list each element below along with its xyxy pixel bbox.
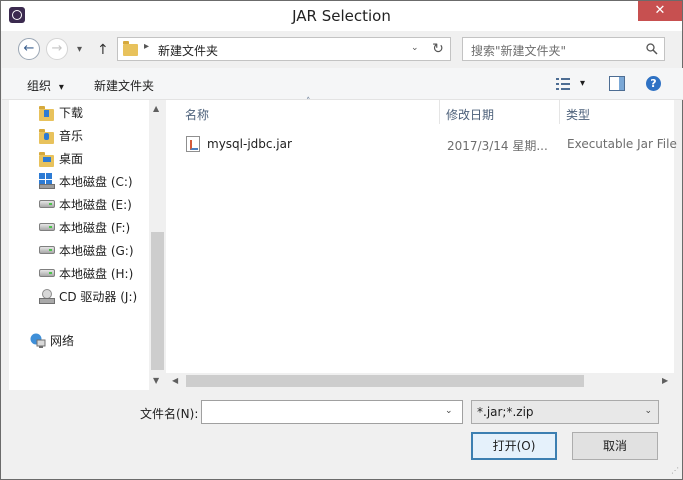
sidebar-item-downloads[interactable]: 下载 <box>59 103 83 123</box>
view-caret-icon[interactable]: ▾ <box>580 78 585 89</box>
sidebar-item-desktop[interactable]: 桌面 <box>59 149 83 169</box>
file-row[interactable]: mysql-jdbc.jar 2017/3/14 星期... Executabl… <box>180 134 680 154</box>
drive-icon <box>39 269 55 277</box>
refresh-button[interactable]: ↻ <box>427 38 449 60</box>
filename-input[interactable] <box>201 400 463 424</box>
open-button[interactable]: 打开(O) <box>471 432 557 460</box>
column-header-type[interactable]: 类型 <box>566 106 590 123</box>
cd-drive-icon <box>39 289 55 304</box>
preview-pane-icon[interactable] <box>609 76 625 91</box>
folder-icon <box>123 41 138 56</box>
sidebar-item-cd-drive-j[interactable]: CD 驱动器 (J:) <box>59 287 137 307</box>
scroll-up-arrow-icon[interactable]: ▲ <box>153 104 159 113</box>
system-drive-icon <box>39 173 55 189</box>
title-bar: JAR Selection ✕ <box>1 1 682 31</box>
command-toolbar: 组织 ▾ 新建文件夹 ▾ ? <box>2 68 683 100</box>
file-type-filter-value: *.jar;*.zip <box>477 405 534 419</box>
file-modified-date: 2017/3/14 星期... <box>447 139 548 153</box>
file-type: Executable Jar File <box>567 137 677 151</box>
column-divider[interactable] <box>439 100 440 124</box>
column-header-date-modified[interactable]: 修改日期 <box>446 106 494 123</box>
desktop-folder-icon <box>39 152 55 167</box>
drive-icon <box>39 223 55 231</box>
forward-button[interactable]: → <box>46 38 68 60</box>
sidebar-item-drive-g[interactable]: 本地磁盘 (G:) <box>59 241 134 261</box>
file-name[interactable]: mysql-jdbc.jar <box>207 137 292 151</box>
file-list: ˄ 名称 修改日期 类型 mysql-jdbc.jar 2017/3/14 星期… <box>166 97 677 375</box>
scrollbar-thumb[interactable] <box>151 232 164 370</box>
back-button[interactable]: ← <box>18 38 40 60</box>
file-type-filter-select[interactable]: *.jar;*.zip ⌄ <box>471 400 659 424</box>
breadcrumb-current-folder[interactable]: 新建文件夹 <box>158 42 218 59</box>
cancel-button[interactable]: 取消 <box>572 432 658 460</box>
music-folder-icon <box>39 129 55 144</box>
sort-ascending-icon: ˄ <box>306 97 311 107</box>
filename-label: 文件名(N): <box>140 407 199 421</box>
chevron-down-icon: ⌄ <box>644 406 652 416</box>
sidebar-item-drive-c[interactable]: 本地磁盘 (C:) <box>59 172 133 192</box>
sidebar-item-drive-e[interactable]: 本地磁盘 (E:) <box>59 195 132 215</box>
organize-caret-icon: ▾ <box>58 82 64 93</box>
column-header-name[interactable]: 名称 <box>185 106 209 123</box>
organize-button[interactable]: 组织 ▾ <box>27 77 64 94</box>
search-box[interactable]: 搜索"新建文件夹" <box>462 37 665 61</box>
view-options-icon[interactable] <box>556 78 570 90</box>
help-icon[interactable]: ? <box>646 76 661 91</box>
column-divider[interactable] <box>559 100 560 124</box>
close-button[interactable]: ✕ <box>638 1 682 21</box>
sidebar-item-drive-h[interactable]: 本地磁盘 (H:) <box>59 264 133 284</box>
filename-dropdown-icon[interactable]: ⌄ <box>445 406 453 416</box>
jar-file-icon <box>186 136 200 152</box>
organize-label: 组织 <box>27 79 52 93</box>
sidebar-item-music[interactable]: 音乐 <box>59 126 83 146</box>
sidebar-item-drive-f[interactable]: 本地磁盘 (F:) <box>59 218 130 238</box>
window-title: JAR Selection <box>292 7 391 25</box>
jar-selection-dialog: JAR Selection ✕ ← → ▾ ↑ ▸ 新建文件夹 ⌄ ↻ 搜索"新… <box>0 0 683 480</box>
sidebar-item-network[interactable]: 网络 <box>50 331 74 351</box>
recent-locations-chevron-icon[interactable]: ▾ <box>77 44 82 55</box>
address-dropdown-icon[interactable]: ⌄ <box>411 43 419 53</box>
scroll-right-arrow-icon[interactable]: ▶ <box>662 376 668 385</box>
search-icon[interactable] <box>646 43 658 55</box>
resize-grip-icon[interactable]: ⋰ <box>671 466 679 475</box>
scrollbar-thumb[interactable] <box>186 375 584 387</box>
scroll-left-arrow-icon[interactable]: ◀ <box>172 376 178 385</box>
navigation-pane: 下载 音乐 桌面 本地磁盘 (C:) 本地磁盘 (E:) 本地磁盘 (F:) 本… <box>9 100 165 390</box>
drive-icon <box>39 246 55 254</box>
breadcrumb-separator-icon[interactable]: ▸ <box>144 41 149 52</box>
network-icon <box>30 333 46 348</box>
up-button[interactable]: ↑ <box>97 42 109 58</box>
scroll-down-arrow-icon[interactable]: ▼ <box>153 376 159 385</box>
search-placeholder: 搜索"新建文件夹" <box>471 44 567 58</box>
drive-icon <box>39 200 55 208</box>
new-folder-button[interactable]: 新建文件夹 <box>94 77 154 94</box>
navigation-pane-scrollbar[interactable]: ▲ ▼ <box>149 100 166 390</box>
download-folder-icon <box>39 106 55 121</box>
file-list-horizontal-scrollbar[interactable]: ◀ ▶ <box>166 373 674 389</box>
address-bar[interactable]: ▸ 新建文件夹 ⌄ <box>117 37 451 61</box>
